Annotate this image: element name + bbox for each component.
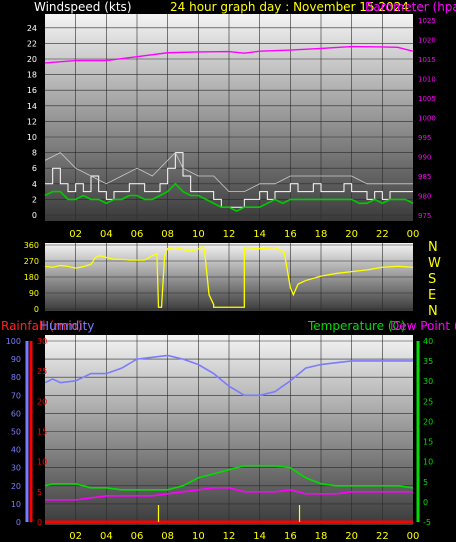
hour-tick-label: 00 (407, 229, 420, 240)
hour-tick-label: 06 (131, 229, 144, 240)
barometer-tick-label: 1015 (418, 56, 436, 64)
barometer-tick-label: 995 (418, 134, 431, 142)
humidity-tick-label: 20 (11, 482, 21, 491)
windspeed-tick-label: 2 (32, 195, 37, 204)
humidity-tick-label: 100 (6, 337, 21, 346)
windspeed-tick-label: 6 (32, 164, 37, 173)
windspeed-tick-label: 8 (32, 149, 37, 158)
barometer-tick-label: 1020 (418, 37, 436, 45)
hour-tick-label: 18 (315, 229, 328, 240)
direction-tick-label: 0 (34, 305, 39, 314)
hour-tick-label: 22 (376, 229, 389, 240)
temperature-tick-label: 5 (423, 478, 428, 487)
hour-tick-label: 08 (161, 229, 174, 240)
humidity-tick-label: 50 (11, 428, 21, 437)
windspeed-tick-label: 12 (27, 117, 37, 126)
barometer-tick-label: 990 (418, 154, 431, 162)
barometer-tick-label: 1025 (418, 17, 436, 25)
humidity-tick-label: 90 (11, 355, 21, 364)
humidity-tick-label: 10 (11, 500, 21, 509)
hour-tick-label: 12 (223, 531, 236, 542)
hour-tick-label: 04 (100, 531, 113, 542)
windspeed-tick-label: 22 (27, 39, 37, 48)
hour-tick-label: 06 (131, 531, 144, 542)
direction-tick-label: 180 (24, 273, 39, 282)
hour-tick-label: 20 (345, 229, 358, 240)
compass-label: S (428, 272, 436, 287)
rainfall-tick-label: 20 (37, 397, 47, 406)
barometer-tick-label: 1010 (418, 76, 436, 84)
rainfall-tick-label: 5 (37, 488, 42, 497)
temperature-tick-label: 40 (423, 337, 433, 346)
barometer-tick-label: 985 (418, 173, 431, 181)
hour-tick-label: 22 (376, 531, 389, 542)
humidity-tick-label: 80 (11, 373, 21, 382)
hour-tick-label: 12 (223, 229, 236, 240)
rainfall-tick-label: 10 (37, 458, 47, 467)
temperature-tick-label: -5 (423, 518, 431, 527)
windspeed-tick-label: 20 (27, 55, 37, 64)
humidity-tick-label: 0 (16, 518, 21, 527)
temperature-tick-label: 30 (423, 377, 433, 386)
compass-label: W (428, 256, 441, 271)
windspeed-tick-label: 0 (32, 211, 37, 220)
barometer-tick-label: 1005 (418, 95, 436, 103)
windspeed-tick-label: 18 (27, 71, 37, 80)
direction-tick-label: 360 (24, 241, 39, 250)
hour-tick-label: 20 (345, 531, 358, 542)
hour-tick-label: 10 (192, 229, 205, 240)
hour-tick-label: 14 (253, 531, 266, 542)
windspeed-tick-label: 4 (32, 180, 37, 189)
windspeed-tick-label: 14 (27, 102, 37, 111)
hour-tick-label: 14 (253, 229, 266, 240)
compass-label: E (428, 288, 436, 303)
humidity-tick-label: 60 (11, 409, 21, 418)
windspeed-axis-title: Windspeed (kts) (34, 0, 132, 14)
hour-tick-label: 08 (161, 531, 174, 542)
temperature-tick-label: 35 (423, 357, 433, 366)
compass-label: N (428, 240, 438, 255)
rainfall-tick-label: 0 (37, 518, 42, 527)
hour-tick-label: 00 (407, 531, 420, 542)
humidity-axis-title: Humidity (40, 319, 94, 333)
hour-tick-label: 16 (284, 531, 297, 542)
hour-tick-label: 16 (284, 229, 297, 240)
windspeed-tick-label: 24 (27, 24, 37, 33)
hour-tick-label: 04 (100, 229, 113, 240)
hour-tick-label: 02 (69, 531, 82, 542)
humidity-tick-label: 40 (11, 446, 21, 455)
windspeed-tick-label: 16 (27, 86, 37, 95)
temperature-tick-label: 10 (423, 458, 433, 467)
weather-chart: Windspeed (kts) 24 hour graph day : Nove… (0, 0, 456, 542)
hour-tick-label: 10 (192, 531, 205, 542)
rainfall-tick-label: 15 (37, 428, 47, 437)
windspeed-tick-label: 10 (27, 133, 37, 142)
rainfall-tick-label: 25 (37, 367, 47, 376)
dewpoint-axis-title: Dew Point (C) (390, 319, 456, 333)
compass-label: N (428, 304, 438, 319)
hour-tick-label: 02 (69, 229, 82, 240)
humidity-tick-label: 70 (11, 391, 21, 400)
temperature-tick-label: 25 (423, 397, 433, 406)
temperature-tick-label: 15 (423, 438, 433, 447)
rainfall-tick-label: 30 (37, 337, 47, 346)
direction-tick-label: 270 (24, 257, 39, 266)
barometer-tick-label: 1000 (418, 115, 436, 123)
barometer-tick-label: 980 (418, 193, 431, 201)
temperature-tick-label: 20 (423, 417, 433, 426)
direction-tick-label: 90 (29, 289, 39, 298)
temperature-tick-label: 0 (423, 498, 428, 507)
barometer-axis-title: Barometer (hpa) (365, 0, 456, 14)
humidity-tick-label: 30 (11, 464, 21, 473)
hour-tick-label: 18 (315, 531, 328, 542)
barometer-tick-label: 975 (418, 212, 431, 220)
